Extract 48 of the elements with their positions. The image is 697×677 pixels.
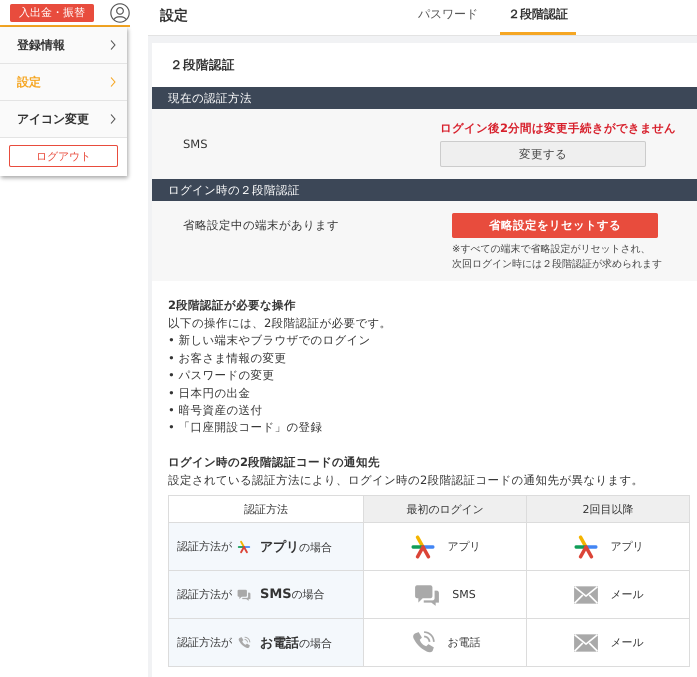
section-header: 現在の認証方法: [152, 87, 697, 109]
note-text: ※すべての端末で省略設定がリセットされ、: [452, 242, 652, 257]
section-heading: 2段階認証が必要な操作: [168, 297, 298, 314]
reset-button[interactable]: 省略設定をリセットする: [452, 213, 658, 238]
cell-text: メール: [610, 587, 644, 602]
card-title: ２段階認証: [169, 56, 236, 74]
intro-text: 以下の操作には、2段階認証が必要です。: [168, 315, 392, 332]
list-item: • 「口座開設コード」の登録: [168, 419, 324, 436]
column-header: 認証方法: [168, 496, 364, 523]
list-item: • 日本円の出金: [168, 384, 252, 402]
column-header: 最初のログイン: [364, 496, 526, 523]
method-text: 認証方法が: [177, 587, 232, 602]
method-name: SMSの場合: [260, 587, 325, 602]
warning-text: ログイン後2分間は変更手続きができません: [440, 121, 678, 136]
asterisk-icon: [410, 534, 436, 560]
column-header: 2回目以降: [526, 496, 690, 523]
page-title: 設定: [160, 6, 189, 24]
list-item: • 暗号資産の送付: [168, 402, 264, 420]
status-text: 省略設定中の端末があります: [183, 218, 339, 232]
method-name: お電話の場合: [260, 634, 332, 652]
method-text: 認証方法が: [177, 539, 232, 554]
tab[interactable]: パスワード: [410, 0, 486, 35]
logout-button[interactable]: ログアウト: [9, 145, 118, 167]
change-button[interactable]: 変更する: [440, 141, 646, 167]
method-name: アプリの場合: [260, 538, 332, 556]
cell-text: お電話: [448, 635, 480, 650]
deposit-button[interactable]: 入出金・振替: [10, 4, 94, 22]
chat-bubbles-icon: [237, 588, 251, 602]
section-heading: ログイン時の2段階認証コードの通知先: [168, 454, 382, 471]
list-item: • パスワードの変更: [168, 367, 276, 384]
section-header: ログイン時の２段階認証: [152, 179, 697, 201]
menu-item[interactable]: アイコン変更: [0, 101, 127, 138]
phone-icon: [237, 636, 251, 650]
cell-text: アプリ: [448, 539, 480, 554]
cell-text: メール: [610, 635, 644, 650]
list-item: • お客さま情報の変更: [168, 350, 288, 367]
cell-text: SMS: [452, 588, 476, 602]
cell-text: アプリ: [610, 539, 644, 554]
intro-text: 設定されている認証方法により、ログイン時の2段階認証コードの通知先が異なります。: [168, 472, 644, 489]
method-text: 認証方法が: [177, 635, 232, 650]
asterisk-icon: [572, 534, 598, 560]
note-text: 次回ログイン時には２段階認証が求められます: [452, 258, 663, 272]
user-icon: [110, 2, 130, 22]
method-value: SMS: [183, 137, 208, 151]
list-item: • 新しい端末やブラウザでのログイン: [168, 332, 372, 350]
asterisk-icon: [237, 540, 251, 554]
menu-item[interactable]: 登録情報: [0, 27, 127, 64]
tab[interactable]: ２段階認証: [500, 0, 576, 35]
